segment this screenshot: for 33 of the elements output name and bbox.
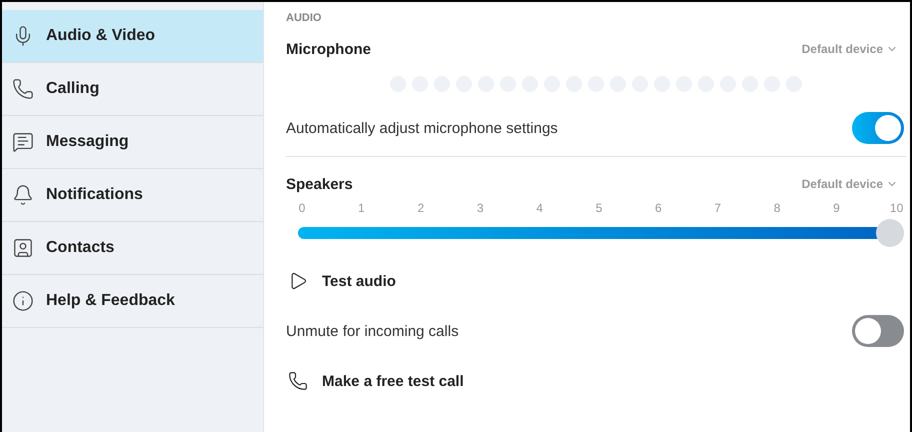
tick-label: 2 <box>416 201 426 215</box>
sidebar-item[interactable]: Help & Feedback <box>2 275 263 328</box>
tick-label: 9 <box>832 201 841 215</box>
tick-label: 7 <box>713 201 722 215</box>
sidebar-item[interactable]: Messaging <box>2 116 263 169</box>
tick-label: 1 <box>357 201 366 215</box>
setting-label: Unmute for incoming calls <box>286 322 459 340</box>
section-label: AUDIO <box>286 12 322 26</box>
tick-label: 10 <box>890 201 902 215</box>
sidebar-item[interactable]: Notifications <box>2 169 263 222</box>
tick-label: 3 <box>476 201 485 215</box>
toggle-switch[interactable] <box>852 112 904 144</box>
phone-icon <box>12 78 34 100</box>
info-icon <box>12 290 34 312</box>
tick-label: 8 <box>772 201 782 215</box>
slider-thumb[interactable] <box>876 219 904 247</box>
test-audio-button[interactable]: Test audio <box>286 255 906 307</box>
tick-label: 0 <box>298 201 306 215</box>
setting-label: Automatically adjust microphone settings <box>286 120 558 136</box>
section-title: Microphone <box>286 40 371 58</box>
test-call-button[interactable]: Make a free test call <box>286 355 906 407</box>
contact-card-icon <box>12 237 34 259</box>
sidebar-item[interactable]: Audio & Video <box>2 10 263 63</box>
tick-label: 6 <box>654 201 663 215</box>
section-title: Speakers <box>286 176 353 192</box>
bell-icon <box>12 184 34 206</box>
sidebar-item[interactable]: Contacts <box>2 222 263 275</box>
phone-icon <box>288 371 308 391</box>
tick-label: 5 <box>594 201 604 215</box>
sidebar-item[interactable]: Calling <box>2 63 263 116</box>
message-icon <box>12 131 34 153</box>
tick-label: 4 <box>535 201 544 215</box>
toggle-switch[interactable] <box>852 315 904 347</box>
